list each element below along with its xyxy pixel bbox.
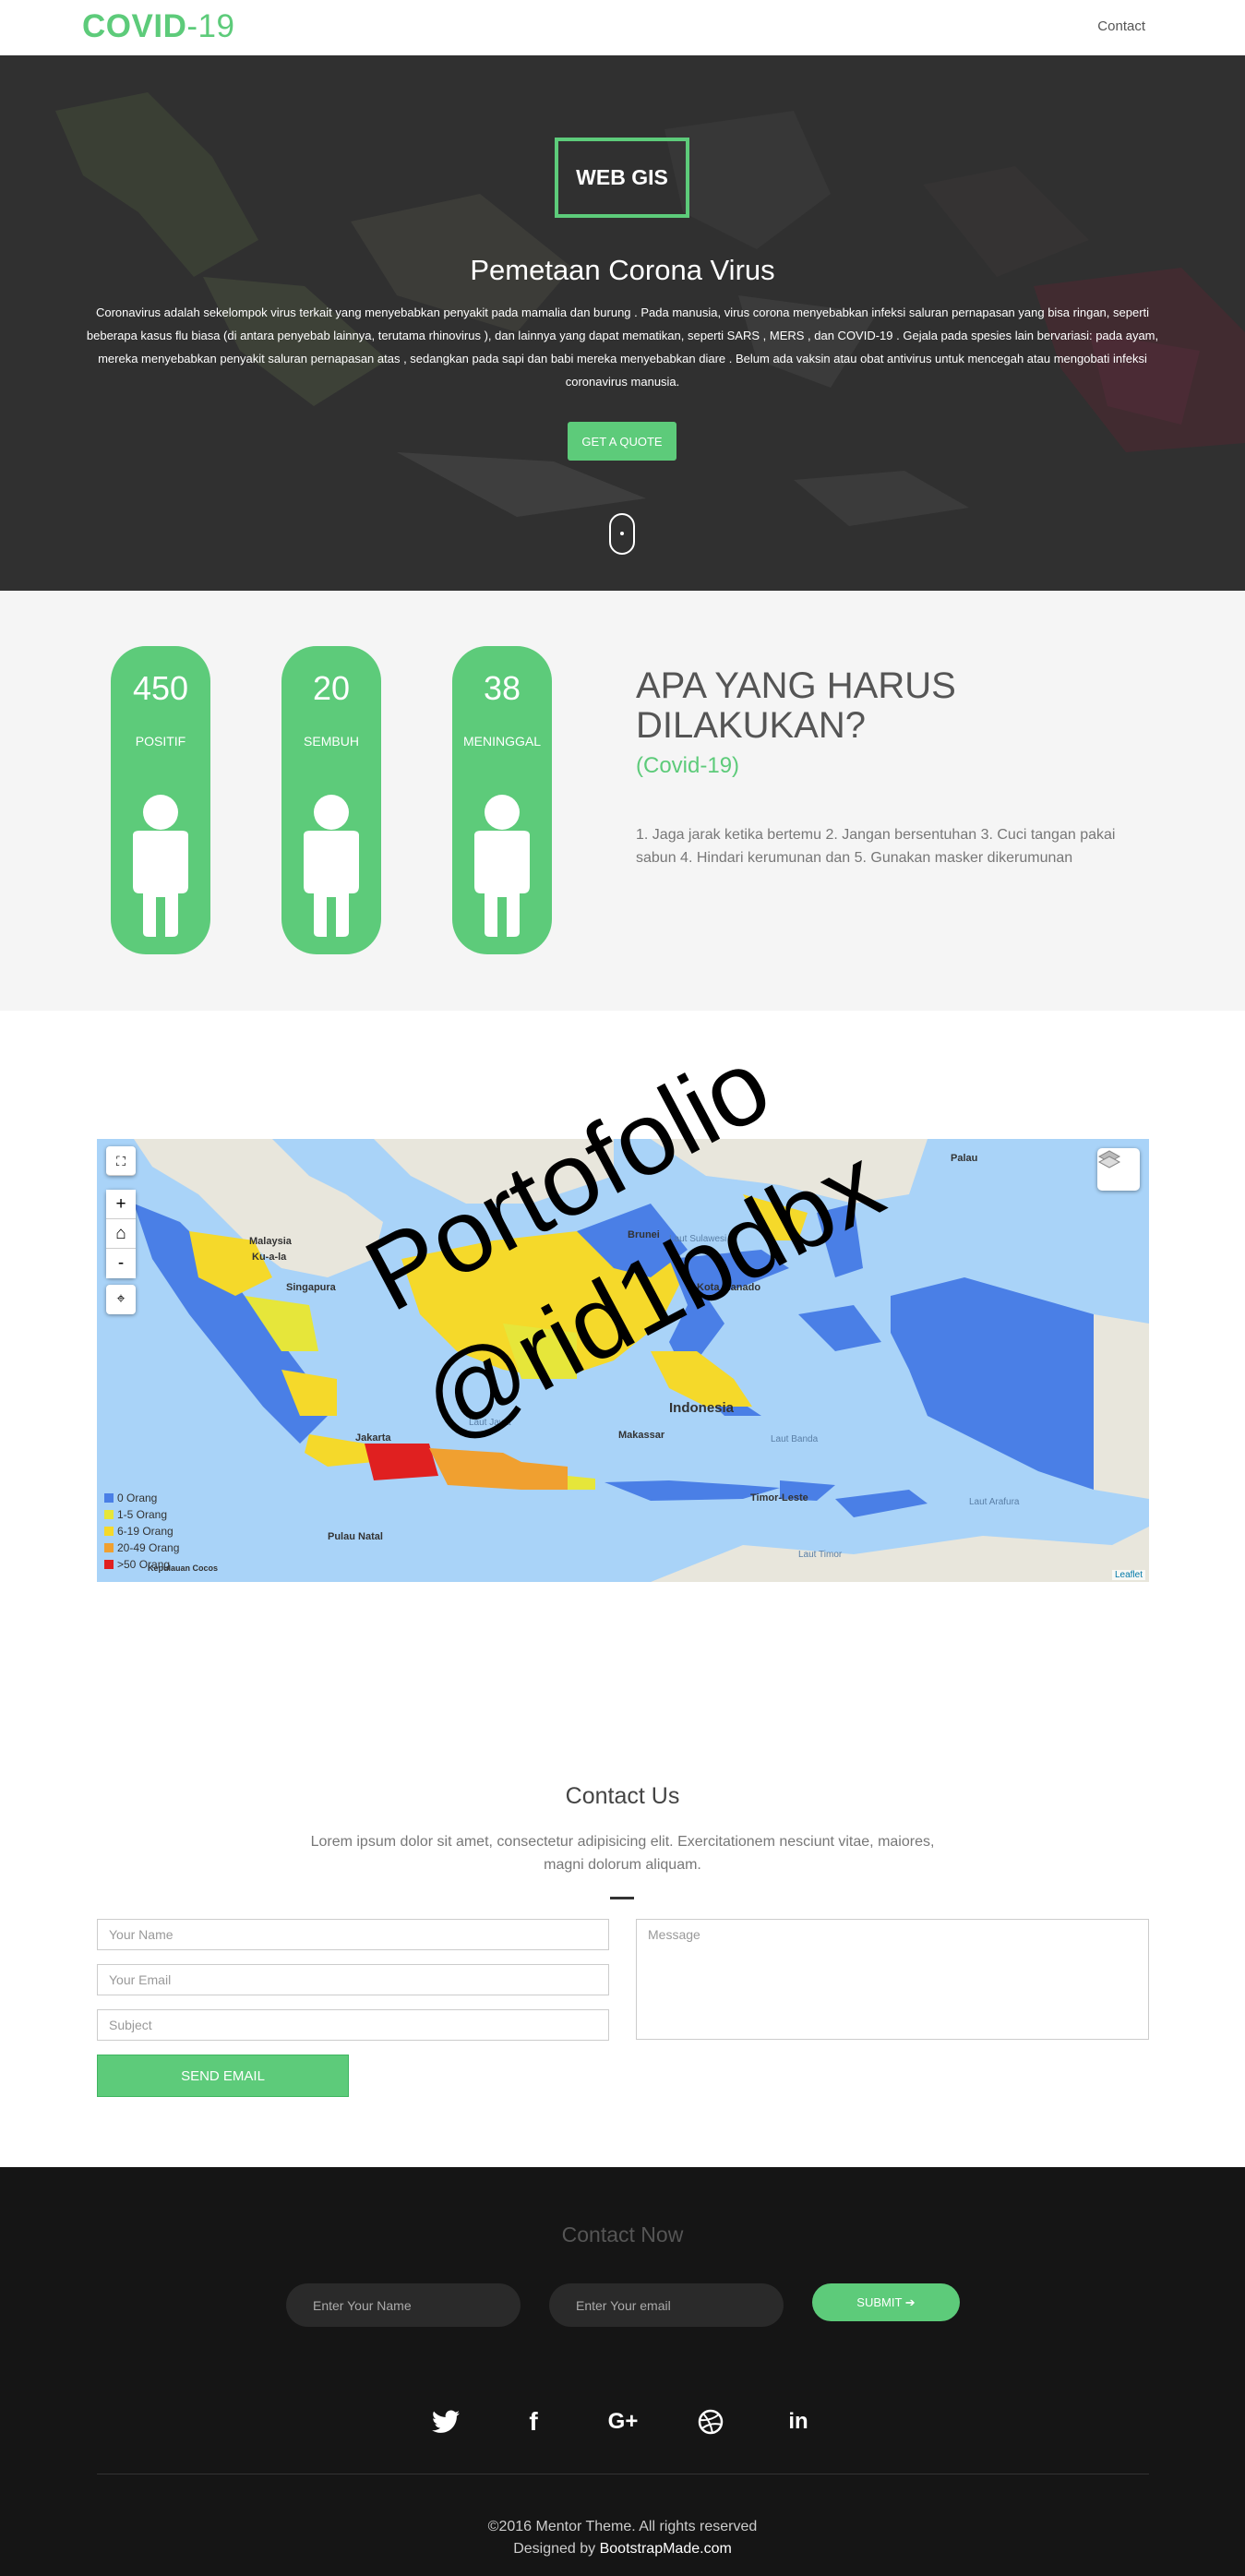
legend-item: 0 Orang	[104, 1490, 179, 1506]
legend-label: 1-5 Orang	[117, 1508, 168, 1521]
page: COVID-19 Contact WEB GIS Pemetaan Corona…	[0, 0, 1245, 2576]
leaflet-map[interactable]: Malaysia Ku-a-la Singapura Brunei Kota M…	[97, 1139, 1149, 1582]
dribbble-icon[interactable]	[694, 2405, 727, 2438]
hero-badge: WEB GIS	[555, 138, 689, 218]
designed-by: Designed by BootstrapMade.com	[0, 2538, 1245, 2560]
get-quote-button[interactable]: GET A QUOTE	[568, 422, 676, 461]
linkedin-icon[interactable]: in	[782, 2405, 815, 2438]
stat-label: MENINGGAL	[462, 734, 541, 749]
brand-logo[interactable]: COVID-19	[82, 8, 234, 45]
what-to-do-subtitle: (Covid-19)	[636, 753, 740, 778]
map-canvas[interactable]	[97, 1139, 1149, 1582]
legend-item: 20-49 Orang	[104, 1540, 179, 1556]
map-label-laut-timor: Laut Timor	[798, 1550, 843, 1560]
stat-card-sembuh: 20 SEMBUH	[281, 646, 381, 954]
zoom-control: + ⌂ -	[106, 1190, 136, 1278]
navbar: COVID-19 Contact	[0, 0, 1245, 55]
stat-label: SEMBUH	[304, 734, 359, 749]
layers-icon	[1097, 1150, 1121, 1168]
map-label-kota-manado: Kota Manado	[697, 1282, 761, 1293]
email-field[interactable]	[97, 1964, 609, 1995]
legend-swatch	[104, 1493, 114, 1503]
legend-item: 1-5 Orang	[104, 1506, 179, 1523]
map-label-pulau-natal: Pulau Natal	[328, 1531, 383, 1542]
map-label-singapura: Singapura	[286, 1282, 336, 1293]
scroll-down-icon[interactable]	[609, 513, 635, 555]
person-icon	[474, 795, 530, 937]
hero-description: Coronavirus adalah sekelompok virus terk…	[86, 306, 1159, 389]
name-field[interactable]	[97, 1919, 609, 1950]
legend-label: 0 Orang	[117, 1492, 158, 1504]
home-button[interactable]: ⌂	[106, 1219, 136, 1249]
map-label-laut-arafura: Laut Arafura	[969, 1497, 1020, 1507]
what-to-do-text: 1. Jaga jarak ketika bertemu 2. Jangan b…	[636, 827, 1116, 866]
footer-email-input[interactable]	[549, 2283, 784, 2327]
brand-part1: COVID	[82, 8, 187, 44]
map-label-laut-jawa: Laut Jawa	[469, 1418, 511, 1428]
map-label-indonesia: Indonesia	[669, 1400, 735, 1416]
map-label-makassar: Makassar	[618, 1430, 665, 1441]
stat-label: POSITIF	[135, 734, 186, 749]
legend-label: 20-49 Orang	[117, 1541, 180, 1554]
google-plus-icon[interactable]: G+	[602, 2405, 644, 2438]
locate-button[interactable]: ⌖	[106, 1285, 136, 1314]
nav-contact-link[interactable]: Contact	[1097, 18, 1145, 34]
leaflet-attribution-link[interactable]: Leaflet	[1111, 1570, 1145, 1580]
footer-submit-button[interactable]: SUBMIT ➔	[812, 2283, 960, 2321]
copyright: ©2016 Mentor Theme. All rights reserved …	[0, 2516, 1245, 2560]
hero-section: WEB GIS Pemetaan Corona Virus Coronaviru…	[0, 55, 1245, 591]
map-label-laut-sulawesi: Laut Sulawesi	[669, 1234, 727, 1244]
legend-label: >50 Orang	[117, 1558, 171, 1571]
map-label-brunei: Brunei	[628, 1229, 660, 1240]
designer-link[interactable]: BootstrapMade.com	[600, 2541, 732, 2557]
stat-card-positif: 450 POSITIF	[111, 646, 210, 954]
contact-description: Lorem ipsum dolor sit amet, consectetur …	[310, 1834, 935, 1873]
contact-title: Contact Us	[565, 1783, 680, 1809]
designed-by-label: Designed by	[513, 2541, 596, 2557]
map-label-palau: Palau	[951, 1153, 978, 1164]
legend-label: 6-19 Orang	[117, 1525, 174, 1538]
copyright-text: ©2016 Mentor Theme. All rights reserved	[487, 2519, 758, 2534]
map-label-timor-leste: Timor-Leste	[750, 1492, 808, 1504]
legend-swatch	[104, 1543, 114, 1552]
map-legend: 0 Orang 1-5 Orang 6-19 Orang 20-49 Orang…	[104, 1490, 179, 1573]
zoom-in-button[interactable]: +	[106, 1190, 136, 1219]
stat-value: 450	[132, 669, 189, 707]
map-label-laut-banda: Laut Banda	[771, 1434, 819, 1444]
map-label-kuala: Ku-a-la	[252, 1252, 287, 1263]
brand-part2: -19	[186, 8, 235, 44]
map-label-jakarta: Jakarta	[355, 1432, 391, 1444]
facebook-icon[interactable]: f	[517, 2405, 550, 2438]
submit-label: SUBMIT	[856, 2294, 903, 2309]
legend-swatch	[104, 1527, 114, 1536]
legend-swatch	[104, 1560, 114, 1569]
subject-field[interactable]	[97, 2009, 609, 2041]
stat-value: 38	[483, 669, 521, 707]
person-icon	[304, 795, 359, 937]
send-email-button[interactable]: SEND EMAIL	[97, 2055, 349, 2097]
what-to-do-title: APA YANG HARUS DILAKUKAN?	[636, 665, 956, 746]
footer-name-input[interactable]	[286, 2283, 521, 2327]
footer: Contact Now SUBMIT ➔ f G+ in ©2016 Mento…	[0, 2167, 1245, 2576]
fullscreen-button[interactable]: ⛶	[106, 1146, 136, 1176]
layers-button[interactable]	[1097, 1148, 1140, 1191]
hero-title: Pemetaan Corona Virus	[470, 254, 775, 286]
legend-swatch	[104, 1510, 114, 1519]
zoom-out-button[interactable]: -	[106, 1249, 136, 1278]
twitter-icon[interactable]	[429, 2405, 462, 2438]
stat-card-meninggal: 38 MENINGGAL	[452, 646, 552, 954]
stats-section: 450 POSITIF 20 SEMBUH 38 MENINGGAL APA Y…	[0, 591, 1245, 1011]
stat-value: 20	[312, 669, 351, 707]
message-field[interactable]	[636, 1919, 1149, 2040]
arrow-right-icon: ➔	[904, 2294, 916, 2309]
legend-item: 6-19 Orang	[104, 1523, 179, 1540]
map-label-malaysia: Malaysia	[249, 1236, 292, 1247]
contact-divider	[610, 1897, 634, 1899]
contact-now-title: Contact Now	[561, 2223, 684, 2247]
person-icon	[133, 795, 188, 937]
legend-item: >50 Orang	[104, 1556, 179, 1573]
